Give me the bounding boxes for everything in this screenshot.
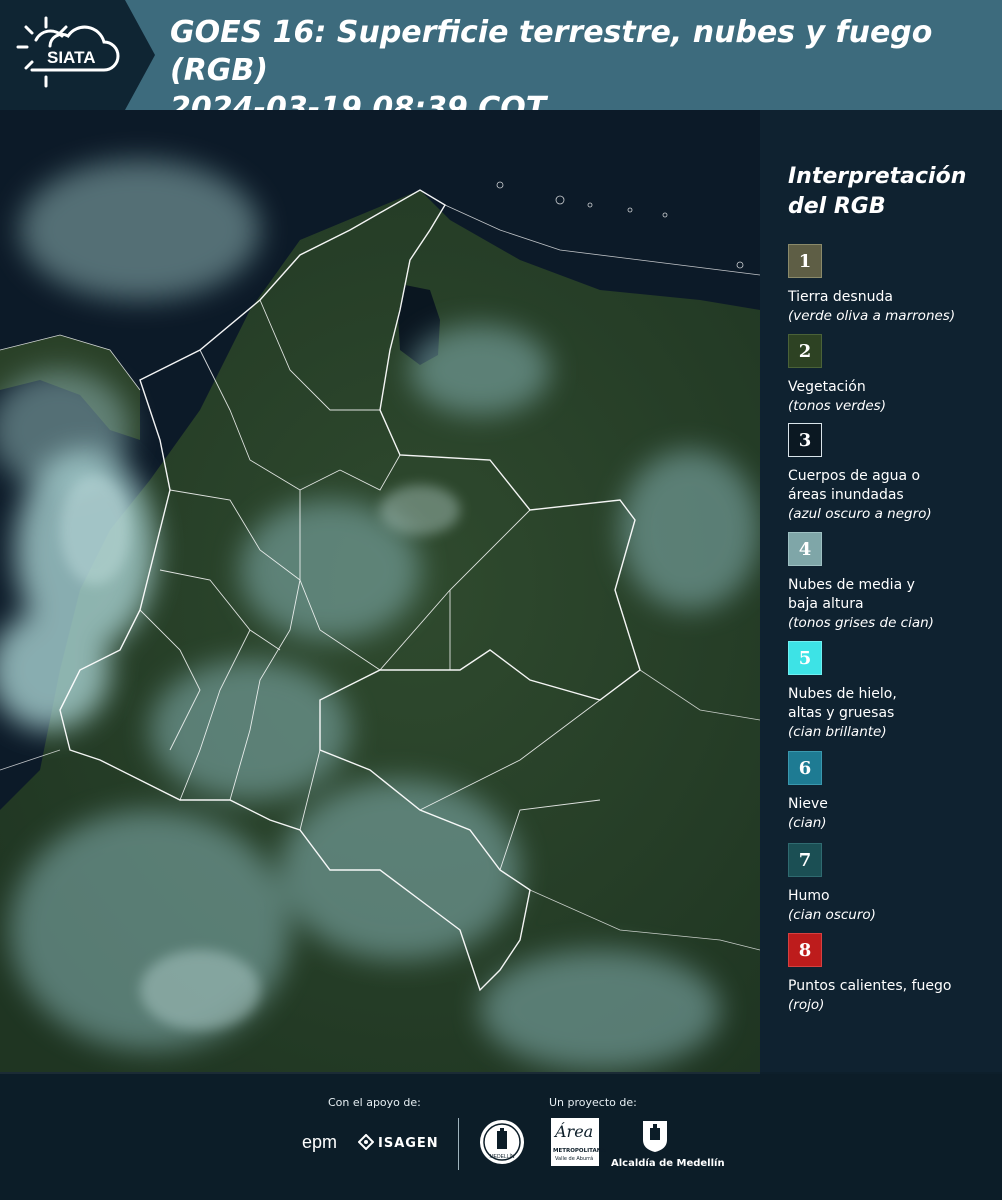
footer-bar: Con el apoyo de: Un proyecto de: epm ISA… (0, 1074, 1002, 1200)
legend-item: 4 Nubes de media y baja altura (tonos grise… (788, 532, 993, 633)
legend-label: Nubes de media y baja altura (788, 577, 915, 612)
legend-item: 7 Humo (cian oscuro) (788, 843, 993, 925)
legend-panel: Interpretación del RGB 1 Tierra desnuda (ve… (760, 110, 1002, 1072)
legend-swatch: 5 (788, 641, 822, 675)
legend-swatch: 6 (788, 751, 822, 785)
legend-sublabel: (verde oliva a marrones) (788, 308, 956, 324)
legend-item: 6 Nieve (cian) (788, 751, 993, 833)
alcaldia-logo: Alcaldía de Medellín (611, 1158, 725, 1169)
legend-item: 5 Nubes de hielo, altas y gruesas (cian bri… (788, 641, 993, 742)
legend-label: Puntos calientes, fuego (788, 978, 952, 994)
header-bar: SIATA GOES 16: Superficie terrestre, nub… (0, 0, 1002, 126)
rgb-composite-map (0, 110, 760, 1072)
legend-sublabel: (rojo) (788, 997, 825, 1013)
legend-item: 1 Tierra desnuda (verde oliva a marrones) (788, 244, 993, 326)
legend-title: Interpretación del RGB (788, 164, 967, 219)
legend-swatch: 3 (788, 423, 822, 457)
legend-swatch: 1 (788, 244, 822, 278)
legend-sublabel: (cian brillante) (788, 724, 887, 740)
title-line-1: GOES 16: Superficie terrestre, nubes y f… (170, 15, 933, 88)
legend-label: Humo (788, 888, 830, 904)
area-metropolitana-logo: Área METROPOLITANA Valle de Aburrá (551, 1118, 606, 1166)
satellite-image (0, 110, 760, 1074)
isagen-symbol-icon (357, 1133, 375, 1151)
legend-label: Nubes de hielo, altas y gruesas (788, 686, 897, 721)
legend-label: Cuerpos de agua o áreas inundadas (788, 468, 921, 503)
legend-swatch: 2 (788, 334, 822, 368)
legend-swatch: 7 (788, 843, 822, 877)
legend-label: Vegetación (788, 379, 866, 395)
support-caption: Con el apoyo de: (328, 1096, 421, 1109)
legend-sublabel: (cian) (788, 815, 827, 831)
area-metro-text: Área (555, 1122, 594, 1141)
legend-sublabel: (cian oscuro) (788, 907, 876, 923)
legend-label: Nieve (788, 796, 828, 812)
area-metro-sub2: Valle de Aburrá (555, 1156, 594, 1162)
project-caption: Un proyecto de: (549, 1096, 637, 1109)
legend-label: Tierra desnuda (788, 289, 893, 305)
medellin-shield-icon (640, 1118, 670, 1154)
siata-logo-text: SIATA (47, 48, 95, 67)
legend-swatch: 4 (788, 532, 822, 566)
isagen-logo: ISAGEN (378, 1136, 439, 1151)
legend-swatch: 8 (788, 933, 822, 967)
epm-logo: epm (302, 1132, 338, 1152)
legend-item: 8 Puntos calientes, fuego (rojo) (788, 933, 993, 1015)
siata-logo: SIATA (0, 0, 155, 110)
seal-text: MEDELLÍN (489, 1153, 514, 1160)
legend-sublabel: (tonos grises de cian) (788, 615, 934, 631)
footer-divider (458, 1118, 459, 1170)
legend-item: 2 Vegetación (tonos verdes) (788, 334, 993, 416)
legend-sublabel: (tonos verdes) (788, 398, 886, 414)
medellin-seal: MEDELLÍN (478, 1118, 526, 1166)
area-metro-sub: METROPOLITANA (553, 1148, 606, 1154)
legend-item: 3 Cuerpos de agua o áreas inundadas (azul o… (788, 423, 993, 524)
legend-sublabel: (azul oscuro a negro) (788, 506, 932, 522)
